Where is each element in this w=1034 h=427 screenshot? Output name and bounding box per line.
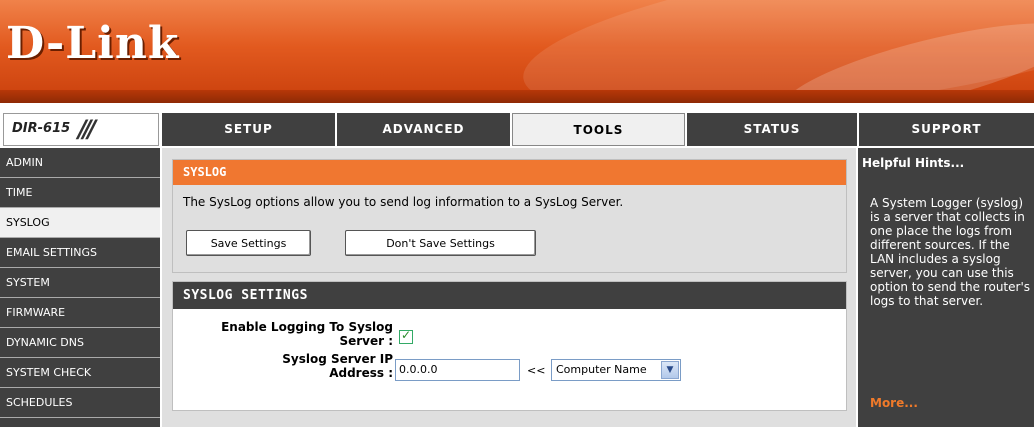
enable-logging-checkbox[interactable]: ✓	[399, 328, 413, 344]
checkmark-icon: ✓	[401, 328, 412, 342]
enable-logging-label-line2: Server :	[339, 334, 393, 348]
model-name: DIR-615	[12, 121, 71, 136]
model-badge: DIR-615 ///	[3, 113, 159, 146]
dlink-logo: D-Link	[6, 18, 180, 69]
top-nav: DIR-615 /// SETUP ADVANCED TOOLS STATUS …	[0, 103, 1034, 148]
computer-name-select[interactable]: Computer Name ▼	[551, 359, 681, 381]
save-settings-button[interactable]: Save Settings	[186, 230, 311, 256]
enable-logging-label-line1: Enable Logging To Syslog	[221, 320, 393, 334]
syslog-server-ip-label: Syslog Server IP Address :	[183, 352, 393, 380]
enable-logging-label: Enable Logging To Syslog Server :	[183, 320, 393, 348]
syslog-server-ip-input[interactable]: 0.0.0.0	[395, 359, 520, 381]
sidebar-item-firmware[interactable]: FIRMWARE	[0, 298, 160, 328]
syslog-section: SYSLOG The SysLog options allow you to s…	[172, 159, 847, 273]
dont-save-settings-button[interactable]: Don't Save Settings	[345, 230, 536, 256]
sidebar-item-admin[interactable]: ADMIN	[0, 148, 160, 178]
sidebar-item-email-settings[interactable]: EMAIL SETTINGS	[0, 238, 160, 268]
syslog-settings-section: SYSLOG SETTINGS Enable Logging To Syslog…	[172, 281, 847, 411]
help-text: A System Logger (syslog) is a server tha…	[870, 196, 1030, 308]
sidebar-item-schedules[interactable]: SCHEDULES	[0, 388, 160, 418]
sidebar-item-syslog[interactable]: SYSLOG	[0, 208, 160, 238]
syslog-server-ip-label-line1: Syslog Server IP	[282, 352, 393, 366]
sidebar-item-system[interactable]: SYSTEM	[0, 268, 160, 298]
sidebar-item-system-check[interactable]: SYSTEM CHECK	[0, 358, 160, 388]
tab-advanced[interactable]: ADVANCED	[335, 113, 510, 146]
sidebar: ADMIN TIME SYSLOG EMAIL SETTINGS SYSTEM …	[0, 148, 160, 427]
sidebar-item-time[interactable]: TIME	[0, 178, 160, 208]
syslog-settings-title: SYSLOG SETTINGS	[173, 282, 846, 309]
tab-setup[interactable]: SETUP	[160, 113, 335, 146]
syslog-description: The SysLog options allow you to send log…	[183, 195, 624, 209]
help-panel: Helpful Hints... A System Logger (syslog…	[858, 148, 1034, 427]
syslog-section-title: SYSLOG	[173, 160, 846, 185]
tab-tools[interactable]: TOOLS	[512, 113, 685, 146]
tab-support[interactable]: SUPPORT	[857, 113, 1034, 146]
computer-name-select-value: Computer Name	[556, 363, 647, 376]
sidebar-item-dynamic-dns[interactable]: DYNAMIC DNS	[0, 328, 160, 358]
copy-arrows[interactable]: <<	[527, 364, 545, 377]
header-banner: D-Link	[0, 0, 1034, 103]
banner-bottom-strip	[0, 90, 1034, 103]
syslog-server-ip-label-line2: Address :	[329, 366, 393, 380]
model-slashes-decor: ///	[78, 115, 96, 143]
help-more-link[interactable]: More...	[870, 396, 918, 410]
main-content: SYSLOG The SysLog options allow you to s…	[162, 148, 856, 427]
chevron-down-icon[interactable]: ▼	[661, 361, 679, 379]
help-title: Helpful Hints...	[862, 156, 965, 170]
tab-status[interactable]: STATUS	[685, 113, 857, 146]
